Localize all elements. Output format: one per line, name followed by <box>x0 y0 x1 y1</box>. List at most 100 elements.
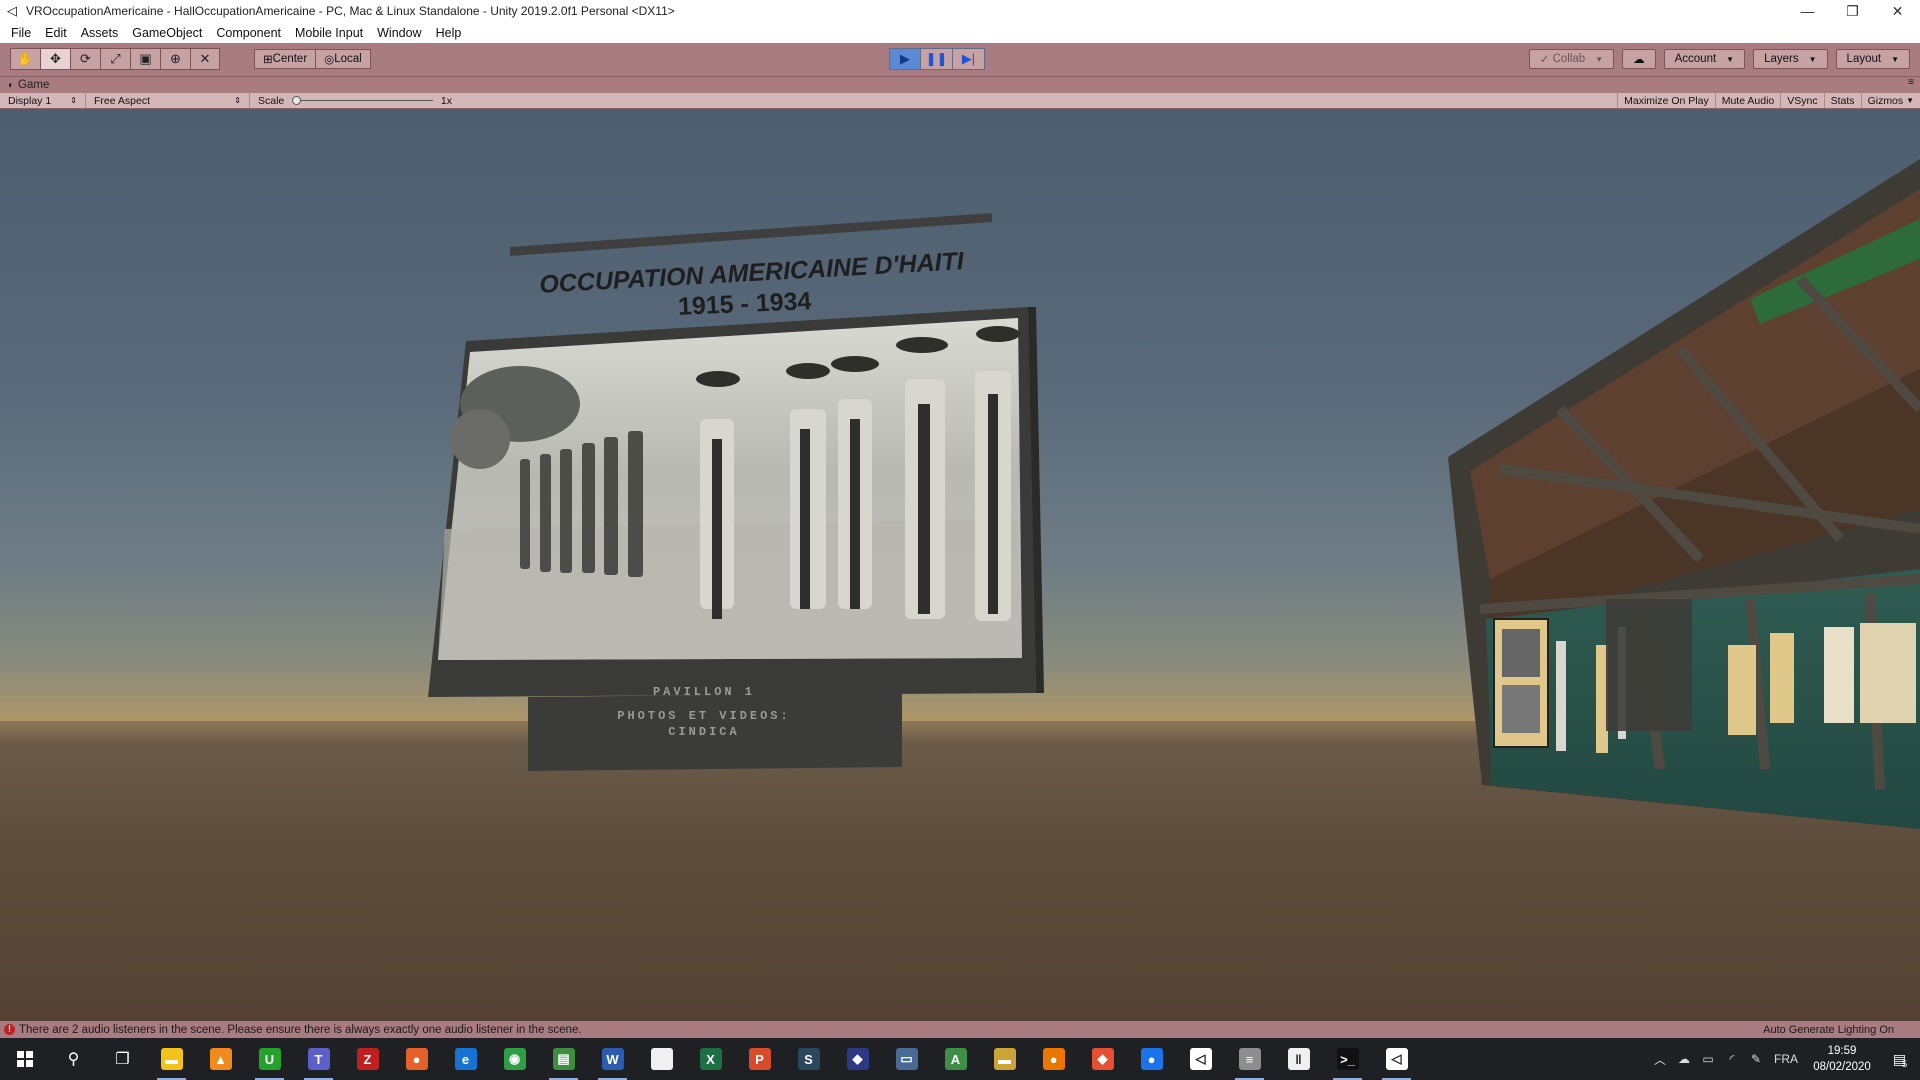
taskbar-app-folder[interactable]: ▬ <box>980 1038 1029 1080</box>
pause-button[interactable]: ❚❚ <box>921 48 953 70</box>
taskbar-app-tool[interactable]: ‖ <box>1274 1038 1323 1080</box>
taskbar-app-monitor[interactable]: ▭ <box>882 1038 931 1080</box>
taskbar-app-filezilla[interactable]: Z <box>343 1038 392 1080</box>
hand-tool-icon[interactable]: ✋ <box>10 48 40 70</box>
status-bar: ! There are 2 audio listeners in the sce… <box>0 1021 1920 1038</box>
taskbar-app-teams[interactable]: T <box>294 1038 343 1080</box>
pivot-icon: ⊞ <box>263 54 273 66</box>
document-icon <box>650 1048 673 1070</box>
game-view-toggles: Maximize On Play Mute Audio VSync Stats … <box>1617 93 1920 108</box>
taskbar-app-unity-hub[interactable]: ◆ <box>833 1038 882 1080</box>
taskbar-app-vlc[interactable]: ▲ <box>196 1038 245 1080</box>
layers-dropdown[interactable]: Layers ▼ <box>1753 49 1828 69</box>
pivot-local-button[interactable]: ◎ Local <box>316 49 371 69</box>
aspect-label: Free Aspect <box>94 94 151 107</box>
search-button[interactable]: ⚲ <box>49 1038 98 1080</box>
menu-file[interactable]: File <box>4 26 38 40</box>
taskbar-app-maps[interactable]: ● <box>1127 1038 1176 1080</box>
windows-logo-icon <box>16 1051 33 1067</box>
onedrive-icon[interactable]: ☁ <box>1672 1052 1696 1066</box>
transform-tool-icon[interactable]: ⊕ <box>160 48 190 70</box>
menu-mobile-input[interactable]: Mobile Input <box>288 26 370 40</box>
taskbar-app-git[interactable]: ◆ <box>1078 1038 1127 1080</box>
caret-icon: ▼ <box>1808 54 1817 64</box>
maximize-on-play-toggle[interactable]: Maximize On Play <box>1617 93 1715 108</box>
minimize-button[interactable]: — <box>1785 0 1830 22</box>
error-icon: ! <box>4 1024 15 1035</box>
clock[interactable]: 19:59 08/02/2020 <box>1804 1043 1880 1075</box>
tab-game[interactable]: ◐ Game <box>8 79 49 91</box>
scale-slider-thumb[interactable] <box>292 96 302 105</box>
maximize-button[interactable]: ❐ <box>1830 0 1875 22</box>
database-icon: ≡ <box>1238 1048 1261 1070</box>
taskbar-app-terminal[interactable]: >_ <box>1323 1038 1372 1080</box>
menu-edit[interactable]: Edit <box>38 26 74 40</box>
move-tool-icon[interactable]: ✥ <box>40 48 70 70</box>
taskbar-app-word[interactable]: W <box>588 1038 637 1080</box>
vsync-toggle[interactable]: VSync <box>1780 93 1823 108</box>
taskbar-app-excel[interactable]: X <box>686 1038 735 1080</box>
taskbar-apps: ▬ ▲ U T Z ● e ◉ ▤ W X P S ◆ ▭ A ▬ ● ◆ ● ◁ ≡ ‖ >_ ◁ <box>147 1038 1421 1080</box>
language-indicator[interactable]: FRA <box>1768 1052 1804 1066</box>
taskbar-app-unity-editor[interactable]: ◁ <box>1372 1038 1421 1080</box>
start-button[interactable] <box>0 1038 49 1080</box>
taskbar-app-upwork[interactable]: U <box>245 1038 294 1080</box>
game-viewport[interactable]: OCCUPATION AMERICAINE D'HAITI 1915 - 193… <box>0 109 1920 1021</box>
console-message[interactable]: There are 2 audio listeners in the scene… <box>19 1024 582 1036</box>
taskbar-app-pdf[interactable]: P <box>735 1038 784 1080</box>
menu-component[interactable]: Component <box>209 26 288 40</box>
stats-toggle[interactable]: Stats <box>1823 93 1861 108</box>
unity-logo-icon: ◁ <box>7 3 17 18</box>
menu-window[interactable]: Window <box>370 26 428 40</box>
mute-audio-toggle[interactable]: Mute Audio <box>1714 93 1781 108</box>
taskbar-app-blender[interactable]: ● <box>1029 1038 1078 1080</box>
cloud-icon: ☁ <box>1633 54 1645 66</box>
taskbar-app-unity[interactable]: ◁ <box>1176 1038 1225 1080</box>
aspect-dropdown[interactable]: Free Aspect ⇕ <box>86 93 250 108</box>
collab-dropdown[interactable]: ✓ Collab ▼ <box>1528 49 1615 69</box>
step-button[interactable]: ▶| <box>953 48 985 70</box>
pivot-center-button[interactable]: ⊞ Center <box>254 49 317 69</box>
taskbar-app-edge[interactable]: e <box>441 1038 490 1080</box>
clock-time: 19:59 <box>1827 1045 1857 1057</box>
pen-icon[interactable]: ✎ <box>1744 1052 1768 1066</box>
pdf-icon: P <box>748 1048 771 1070</box>
taskbar-app-chrome[interactable]: ◉ <box>490 1038 539 1080</box>
unity-editor-icon: ◁ <box>1385 1048 1408 1070</box>
scale-tool-icon[interactable]: ⤢ <box>100 48 130 70</box>
excel-icon: X <box>699 1048 722 1070</box>
unity-icon: ◁ <box>1189 1048 1212 1070</box>
chevron-up-icon[interactable]: ︿ <box>1648 1051 1672 1068</box>
tab-game-label: Game <box>18 79 50 91</box>
monitor-icon: ▭ <box>895 1048 918 1070</box>
menu-help[interactable]: Help <box>429 26 469 40</box>
cloud-button[interactable]: ☁ <box>1622 49 1656 69</box>
main-toolbar: ✋ ✥ ⟳ ⤢ ▣ ⊕ ✕ ⊞ Center ◎ Local ▶ ❚❚ ▶| ✓ C… <box>0 43 1920 77</box>
rect-tool-icon[interactable]: ▣ <box>130 48 160 70</box>
right-toolbar: ✓ Collab ▼ ☁ Account ▼ Layers ▼ Layout ▼ <box>1528 49 1910 69</box>
notification-center-button[interactable]: ▤ 5 <box>1880 1038 1920 1080</box>
menu-assets[interactable]: Assets <box>74 26 126 40</box>
task-view-button[interactable]: ❐ <box>98 1038 147 1080</box>
account-dropdown[interactable]: Account ▼ <box>1663 49 1746 69</box>
scale-slider[interactable] <box>292 96 433 105</box>
taskbar-app-android[interactable]: A <box>931 1038 980 1080</box>
rotate-tool-icon[interactable]: ⟳ <box>70 48 100 70</box>
taskbar-app-spreadsheet[interactable]: ▤ <box>539 1038 588 1080</box>
tab-menu-icon[interactable]: ≡ <box>1908 77 1914 88</box>
custom-tool-icon[interactable]: ✕ <box>190 48 220 70</box>
taskbar-app-document[interactable] <box>637 1038 686 1080</box>
close-button[interactable]: ✕ <box>1875 0 1920 22</box>
play-button[interactable]: ▶ <box>889 48 921 70</box>
updown-icon: ⇕ <box>70 96 77 105</box>
taskbar-app-steam[interactable]: S <box>784 1038 833 1080</box>
taskbar-app-firefox[interactable]: ● <box>392 1038 441 1080</box>
menu-gameobject[interactable]: GameObject <box>125 26 209 40</box>
display-dropdown[interactable]: Display 1 ⇕ <box>0 93 86 108</box>
layout-dropdown[interactable]: Layout ▼ <box>1835 49 1910 69</box>
taskbar-app-database[interactable]: ≡ <box>1225 1038 1274 1080</box>
wifi-icon[interactable]: ◜ <box>1720 1052 1744 1066</box>
gizmos-dropdown[interactable]: Gizmos ▼ <box>1860 93 1920 108</box>
battery-icon[interactable]: ▭ <box>1696 1052 1720 1066</box>
taskbar-app-file-explorer[interactable]: ▬ <box>147 1038 196 1080</box>
